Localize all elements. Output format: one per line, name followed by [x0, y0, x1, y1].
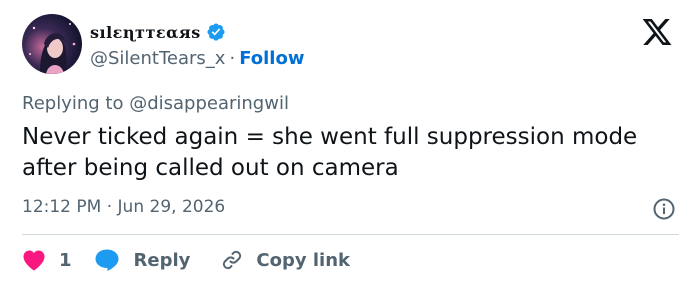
x-logo-icon[interactable]: [640, 16, 674, 48]
verified-badge-icon: [206, 22, 226, 42]
like-button[interactable]: 1: [22, 249, 72, 271]
author-handle[interactable]: @SilentTears_x: [90, 48, 225, 69]
heart-icon: [22, 249, 46, 271]
author-display-name[interactable]: sılɛɳттɛαяs: [90, 23, 201, 42]
tweet-timestamp[interactable]: 12:12 PM · Jun 29, 2026: [22, 197, 225, 217]
replying-prefix: Replying to: [22, 93, 130, 114]
tweet-date: Jun 29, 2026: [117, 197, 226, 217]
replying-to-line: Replying to @disappearingwil: [22, 93, 289, 114]
author-handle-row: @SilentTears_x · Follow: [90, 48, 304, 69]
reply-label: Reply: [133, 249, 191, 271]
reply-button[interactable]: Reply: [94, 248, 191, 272]
info-icon[interactable]: [652, 197, 676, 221]
tweet-text: Never ticked again = she went full suppr…: [22, 124, 638, 181]
date-separator: ·: [106, 197, 113, 217]
like-count: 1: [59, 249, 72, 271]
tweet-embed-card: sılɛɳттɛαяs @SilentTears_x · Follow Repl…: [0, 0, 700, 287]
replying-to-mention[interactable]: @disappearingwil: [129, 93, 289, 114]
avatar[interactable]: [22, 14, 82, 74]
speech-bubble-icon: [94, 248, 120, 272]
copy-link-button[interactable]: Copy link: [220, 248, 350, 272]
tweet-time: 12:12 PM: [22, 197, 102, 217]
author-name-row: sılɛɳттɛαяs: [90, 22, 226, 42]
follow-button[interactable]: Follow: [239, 48, 304, 69]
action-bar: 1 Reply Copy link: [22, 246, 350, 274]
link-icon: [220, 248, 244, 272]
divider: [22, 234, 679, 235]
copy-link-label: Copy link: [256, 249, 350, 271]
separator-dot: ·: [229, 48, 236, 69]
